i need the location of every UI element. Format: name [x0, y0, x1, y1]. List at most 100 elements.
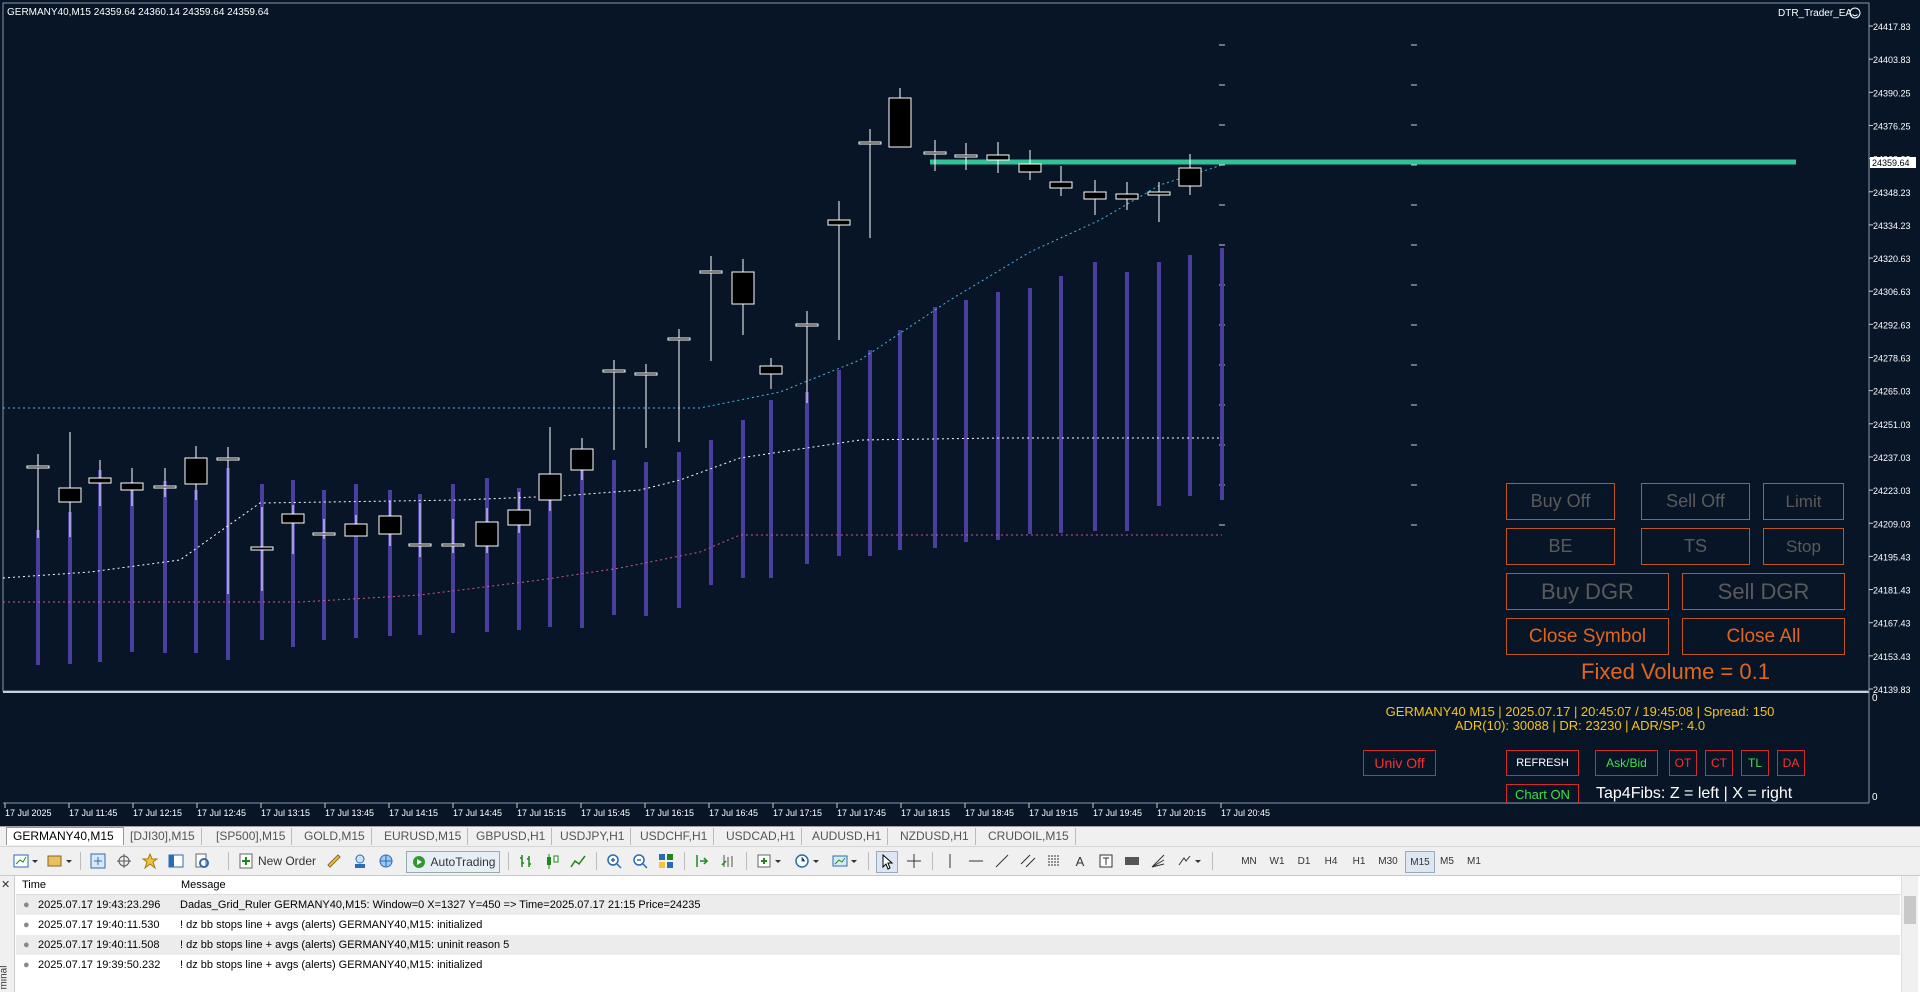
strategy-tester-icon[interactable] [192, 851, 212, 871]
refresh-button[interactable]: REFRESH [1506, 750, 1579, 776]
tf-m30[interactable]: M30 [1374, 851, 1402, 871]
info-icon: ● [23, 919, 30, 931]
cursor-icon[interactable] [876, 851, 898, 873]
tab-gold-m15[interactable]: GOLD,M15 [298, 828, 372, 845]
tab-usdjpy-h1[interactable]: USDJPY,H1 [554, 828, 632, 845]
candle-body [312, 532, 336, 536]
candle-body [281, 513, 305, 524]
chart-on-button[interactable]: Chart ON [1506, 784, 1579, 804]
list-item[interactable]: ● 2025.07.17 19:40:11.530 ! dz bb stops … [16, 915, 1900, 935]
stop-button[interactable]: Stop [1763, 528, 1844, 565]
text-tool-icon[interactable]: A [1070, 851, 1090, 871]
tab-sp500-m15[interactable]: [SP500],M15 [210, 828, 293, 845]
list-item[interactable]: ● 2025.07.17 19:39:50.232 ! dz bb stops … [16, 955, 1900, 975]
tab-usdchf-h1[interactable]: USDCHF,H1 [634, 828, 715, 845]
list-item[interactable]: ● 2025.07.17 19:43:23.296 Dadas_Grid_Rul… [16, 895, 1900, 915]
periods-icon[interactable] [792, 851, 822, 871]
price-label: 24376.25 [1873, 121, 1911, 131]
da-button[interactable]: DA [1777, 750, 1805, 776]
candlestick-chart-icon[interactable] [542, 851, 562, 871]
journal-scrollbar[interactable] [1901, 876, 1918, 992]
auto-trading-button[interactable]: AutoTrading [406, 851, 500, 873]
limit-button[interactable]: Limit [1763, 483, 1844, 520]
scrollbar-thumb[interactable] [1904, 896, 1916, 924]
candle-body [216, 457, 240, 461]
ct-button[interactable]: CT [1705, 750, 1733, 776]
tab-gbpusd-h1[interactable]: GBPUSD,H1 [470, 828, 553, 845]
univ-off-button[interactable]: Univ Off [1363, 750, 1436, 776]
zoom-in-icon[interactable] [604, 851, 624, 871]
sell-off-button[interactable]: Sell Off [1641, 483, 1750, 520]
tf-m1[interactable]: M1 [1462, 851, 1486, 871]
tab-audusd-h1[interactable]: AUDUSD,H1 [806, 828, 889, 845]
indicators-icon[interactable] [754, 851, 784, 871]
time-label: 17 Jul 14:15 [389, 808, 438, 818]
tf-m15[interactable]: M15 [1405, 851, 1435, 873]
signals-icon[interactable] [350, 851, 370, 871]
market-watch-icon[interactable] [88, 851, 108, 871]
tab-crudoil-m15[interactable]: CRUDOIL,M15 [982, 828, 1076, 845]
new-chart-icon[interactable] [10, 851, 40, 871]
row-message: ! dz bb stops line + avgs (alerts) GERMA… [180, 959, 483, 971]
price-chart[interactable]: 24417.8324403.8324390.2524376.2524362.23… [0, 0, 1920, 826]
candle-body [1018, 163, 1042, 173]
new-order-button[interactable]: New Order [236, 851, 318, 871]
ot-button[interactable]: OT [1669, 750, 1697, 776]
auto-trading-icon [412, 856, 425, 868]
gann-fan-icon[interactable] [1148, 851, 1168, 871]
close-symbol-button[interactable]: Close Symbol [1506, 618, 1669, 655]
tf-m5[interactable]: M5 [1435, 851, 1459, 871]
col-message-header[interactable]: Message [177, 876, 1903, 895]
metaeditor-icon[interactable] [324, 851, 344, 871]
bar-chart-icon[interactable] [516, 851, 536, 871]
market-icon[interactable] [376, 851, 396, 871]
candle-body [858, 141, 882, 145]
tab-nzdusd-h1[interactable]: NZDUSD,H1 [894, 828, 976, 845]
ask-bid-button[interactable]: Ask/Bid [1595, 750, 1658, 776]
fibonacci-icon[interactable] [1044, 851, 1064, 871]
arrows-icon[interactable] [1174, 851, 1204, 871]
close-all-button[interactable]: Close All [1682, 618, 1845, 655]
equidistant-channel-icon[interactable] [1018, 851, 1038, 871]
trendline-icon[interactable] [992, 851, 1012, 871]
chart-shift-icon[interactable] [692, 851, 712, 871]
vertical-line-icon[interactable] [940, 851, 960, 871]
navigator-icon[interactable] [140, 851, 160, 871]
terminal-icon[interactable] [166, 851, 186, 871]
line-chart-icon[interactable] [568, 851, 588, 871]
tab-dji30-m15[interactable]: [DJI30],M15 [124, 828, 202, 845]
buy-off-button[interactable]: Buy Off [1506, 483, 1615, 520]
tl-button[interactable]: TL [1741, 750, 1769, 776]
buy-dgr-button[interactable]: Buy DGR [1506, 573, 1669, 610]
tf-h1[interactable]: H1 [1346, 851, 1372, 871]
data-window-icon[interactable] [114, 851, 134, 871]
col-time-header[interactable]: Time [16, 876, 183, 895]
subwindow-top-label: 0 [1872, 693, 1878, 704]
chart-window[interactable]: 24417.8324403.8324390.2524376.2524362.23… [0, 0, 1920, 826]
tf-mn[interactable]: MN [1236, 851, 1262, 871]
crosshair-icon[interactable] [904, 851, 924, 871]
be-button[interactable]: BE [1506, 528, 1615, 565]
time-label: 17 Jul 15:15 [517, 808, 566, 818]
tf-w1[interactable]: W1 [1264, 851, 1290, 871]
tab-germany40-m15[interactable]: GERMANY40,M15 [6, 827, 124, 845]
horizontal-line-icon[interactable] [966, 851, 986, 871]
time-label: 17 Jul 12:45 [197, 808, 246, 818]
tf-h4[interactable]: H4 [1318, 851, 1344, 871]
profiles-icon[interactable] [44, 851, 74, 871]
tf-d1[interactable]: D1 [1291, 851, 1317, 871]
templates-icon[interactable] [830, 851, 860, 871]
tile-windows-icon[interactable] [656, 851, 676, 871]
tab-eurusd-m15[interactable]: EURUSD,M15 [378, 828, 469, 845]
subwindow-bottom-label: 0 [1872, 792, 1878, 803]
close-icon[interactable]: ✕ [1, 878, 10, 891]
list-item[interactable]: ● 2025.07.17 19:40:11.508 ! dz bb stops … [16, 935, 1900, 955]
text-label-icon[interactable] [1096, 851, 1116, 871]
rectangle-label-icon[interactable] [1122, 851, 1142, 871]
zoom-out-icon[interactable] [630, 851, 650, 871]
sell-dgr-button[interactable]: Sell DGR [1682, 573, 1845, 610]
auto-scroll-icon[interactable] [718, 851, 738, 871]
tab-usdcad-h1[interactable]: USDCAD,H1 [720, 828, 803, 845]
time-label: 17 Jul 13:45 [325, 808, 374, 818]
ts-button[interactable]: TS [1641, 528, 1750, 565]
